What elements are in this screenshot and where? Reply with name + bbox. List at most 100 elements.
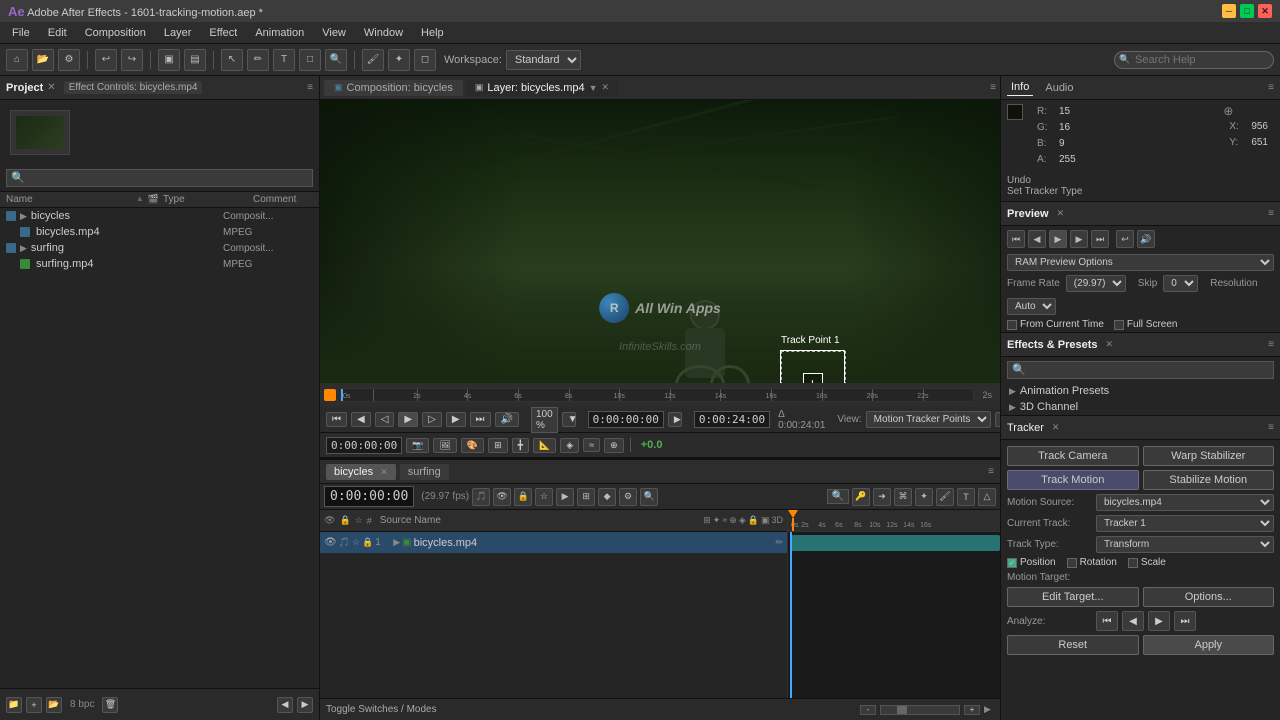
brush-tool[interactable]: 🖌 — [362, 49, 384, 71]
resolution-select[interactable]: Auto — [1007, 298, 1056, 315]
analyze-last-btn[interactable]: ⏭ — [1174, 611, 1196, 631]
workspace-select[interactable]: Standard — [506, 50, 581, 70]
tl-audio-btn[interactable]: 🎵 — [472, 488, 490, 506]
transport-to-start[interactable]: ⏮ — [326, 412, 347, 427]
info-tab-audio[interactable]: Audio — [1041, 80, 1077, 96]
tl-paint-btn[interactable]: 🖌 — [936, 488, 954, 506]
transport-back-frame[interactable]: ◀ — [351, 412, 371, 427]
eraser-tool[interactable]: ◻ — [414, 49, 436, 71]
reset-button[interactable]: Reset — [1007, 635, 1139, 655]
analyze-play-btn[interactable]: ▶ — [1148, 611, 1170, 631]
tl-layer-bar[interactable] — [790, 535, 1000, 551]
tl-comp-btn[interactable]: ⊞ — [577, 488, 595, 506]
preview-prev-frame-btn[interactable]: ◀ — [1028, 230, 1046, 248]
effects-search-input[interactable] — [1007, 361, 1274, 379]
options-button[interactable]: Options... — [1143, 587, 1275, 607]
preview-mute-btn[interactable]: 🔊 — [1137, 230, 1155, 248]
transport-audio[interactable]: 🔊 — [495, 412, 519, 427]
open-button[interactable]: 📂 — [32, 49, 54, 71]
menu-edit[interactable]: Edit — [40, 25, 75, 41]
preview-play-btn[interactable]: ▶ — [1049, 230, 1067, 248]
redo-button[interactable]: ↪ — [121, 49, 143, 71]
tl-prop-btn[interactable]: ⌘ — [894, 488, 912, 506]
position-checkbox[interactable]: ✓ — [1007, 558, 1017, 568]
tl-search-btn[interactable]: 🔍 — [640, 488, 658, 506]
from-current-time-check[interactable]: From Current Time — [1007, 319, 1104, 330]
tl-zoom-out[interactable]: - — [860, 705, 876, 715]
render-button[interactable]: ▣ — [158, 49, 180, 71]
track-camera-button[interactable]: Track Camera — [1007, 446, 1139, 466]
time-goto[interactable]: ▶ — [668, 412, 682, 427]
layer-row-bicycles[interactable]: 👁 🎵 ☆ 🔒 1 ▶ ▣ bicycles.mp4 ✏ — [320, 532, 787, 554]
tl-add-marker-btn[interactable]: ◆ — [598, 488, 616, 506]
home-button[interactable]: ⌂ — [6, 49, 28, 71]
grid-btn[interactable]: ⊞ — [488, 438, 508, 453]
zoom-tool[interactable]: 🔍 — [325, 49, 347, 71]
new-folder-button[interactable]: 📁 — [6, 697, 22, 713]
rotation-checkbox[interactable] — [1067, 558, 1077, 568]
motion-source-select[interactable]: bicycles.mp4 — [1096, 494, 1274, 511]
tracker-panel-menu-icon[interactable]: ≡ — [1268, 422, 1274, 433]
list-item[interactable]: ▶ bicycles Composit... — [0, 208, 319, 224]
search-help-input[interactable] — [1114, 51, 1274, 69]
transport-play[interactable]: ▶ — [398, 412, 418, 427]
analyze-first-btn[interactable]: ⏮ — [1096, 611, 1118, 631]
next-item-button[interactable]: ▶ — [297, 697, 313, 713]
zoom-dropdown[interactable]: ▼ — [562, 412, 576, 427]
mask-btn[interactable]: ◈ — [560, 438, 579, 453]
menu-animation[interactable]: Animation — [247, 25, 312, 41]
transport-next-keyframe[interactable]: ▷ — [422, 412, 442, 427]
open-button-bottom[interactable]: 📂 — [46, 697, 62, 713]
delete-button[interactable]: 🗑 — [102, 697, 118, 713]
undo-button[interactable]: ↩ — [95, 49, 117, 71]
rulers-btn[interactable]: 📐 — [533, 438, 556, 453]
current-time-2[interactable]: 0:00:00:00 — [326, 437, 402, 454]
tracker-btn[interactable]: ⊕ — [604, 438, 624, 453]
ram-preview-select[interactable]: RAM Preview Options — [1007, 254, 1274, 271]
prev-item-button[interactable]: ◀ — [277, 697, 293, 713]
tl-scroll-right[interactable]: ▶ — [984, 704, 994, 715]
preview-to-end-btn[interactable]: ⏭ — [1091, 230, 1109, 248]
timeline-tab-bicycles-close[interactable]: ✕ — [380, 467, 388, 477]
current-time-display[interactable]: 0:00:00:00 — [588, 411, 664, 428]
tl-expand-btn[interactable]: ▶ — [556, 488, 574, 506]
motion-blur-btn[interactable]: ≈ — [583, 438, 600, 452]
tl-vis-btn[interactable]: 👁 — [493, 488, 511, 506]
effects-panel-close[interactable]: ✕ — [1106, 339, 1114, 350]
scale-checkbox[interactable] — [1128, 558, 1138, 568]
preview-next-frame-btn[interactable]: ▶ — [1070, 230, 1088, 248]
info-tab-info[interactable]: Info — [1007, 79, 1033, 96]
preview-loop-btn[interactable]: ↩ — [1116, 230, 1134, 248]
project-panel-menu-icon[interactable]: ≡ — [307, 82, 313, 93]
viewer-panel-menu-icon[interactable]: ≡ — [990, 82, 996, 93]
guides-btn[interactable]: ╋ — [512, 438, 529, 453]
list-item[interactable]: bicycles.mp4 MPEG — [0, 224, 319, 240]
animation-presets-item[interactable]: ▶ Animation Presets — [1001, 383, 1280, 399]
layer-audio-icon[interactable]: 🎵 — [339, 537, 350, 548]
from-current-checkbox[interactable] — [1007, 320, 1017, 330]
layer-solo-icon[interactable]: ☆ — [352, 537, 360, 548]
skip-select[interactable]: 0 — [1163, 275, 1198, 292]
layer-eye-icon[interactable]: 👁 — [324, 537, 337, 548]
menu-effect[interactable]: Effect — [201, 25, 245, 41]
timeline-time-display[interactable]: 0:00:00:00 — [324, 486, 414, 507]
snapshot-btn[interactable]: 📷 — [406, 438, 429, 453]
viewer-canvas[interactable]: + Track Point 1 R All Win Apps InfiniteS… — [320, 100, 1000, 383]
menu-help[interactable]: Help — [413, 25, 452, 41]
menu-composition[interactable]: Composition — [77, 25, 154, 41]
timeline-scrubber-ruler[interactable]: 0s 2s 4s 6s 8s 10s 12s 14s 16s 18s 20s 2… — [340, 388, 974, 402]
frame-rate-select[interactable]: (29.97) — [1066, 275, 1126, 292]
preview-panel-menu-icon[interactable]: ≡ — [1268, 208, 1274, 219]
full-screen-check[interactable]: Full Screen — [1114, 319, 1178, 330]
maximize-button[interactable]: □ — [1240, 4, 1254, 18]
new-comp-button[interactable]: + — [26, 697, 42, 713]
layer-tab-arrow[interactable]: ▼ — [589, 83, 598, 93]
layer-tab-bicycles[interactable]: ▣ Layer: bicycles.mp4 ▼ ✕ — [465, 80, 619, 96]
transport-fwd-frame[interactable]: ▶ — [446, 412, 466, 427]
tl-shape-btn[interactable]: △ — [978, 488, 996, 506]
list-item[interactable]: ▶ surfing Composit... — [0, 240, 319, 256]
project-search-input[interactable] — [6, 169, 313, 187]
layer-edit-icon[interactable]: ✏ — [775, 537, 783, 548]
track-point-1[interactable]: + Track Point 1 — [780, 350, 845, 383]
select-tool[interactable]: ↖ — [221, 49, 243, 71]
